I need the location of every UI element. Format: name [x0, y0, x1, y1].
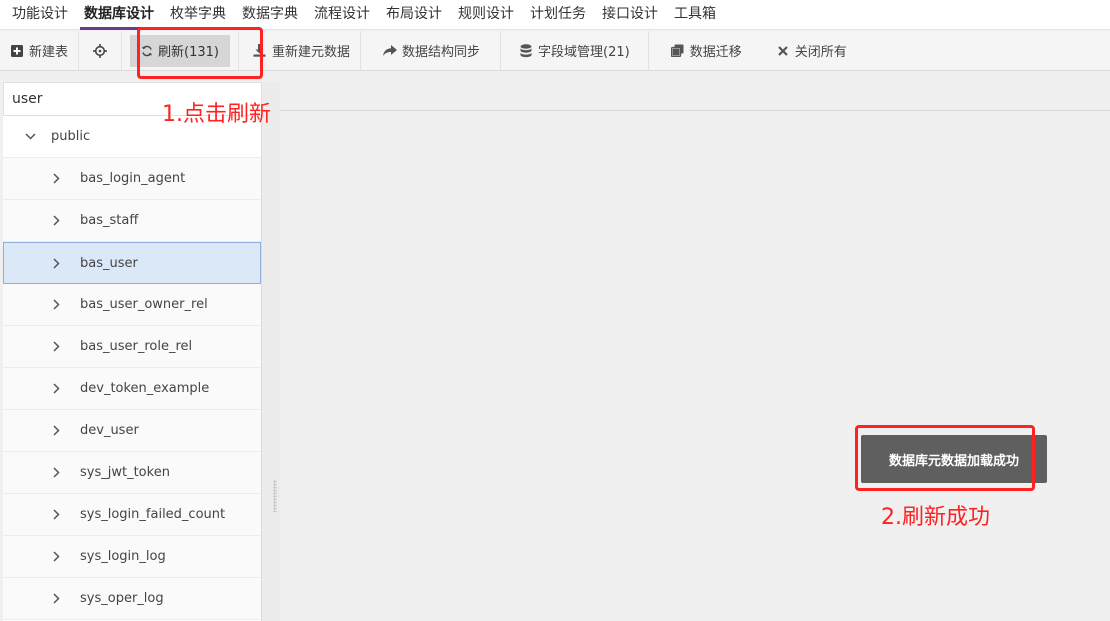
new-table-button[interactable]: 新建表: [0, 30, 80, 71]
main-content: [280, 72, 1110, 621]
table-row[interactable]: sys_oper_log: [3, 578, 261, 620]
chevron-right-icon: [53, 467, 65, 478]
locate-button[interactable]: [79, 30, 123, 71]
table-name-label: sys_login_failed_count: [80, 507, 226, 522]
table-row[interactable]: bas_staff: [3, 200, 261, 242]
drag-grip-icon: [273, 480, 277, 512]
table-name-label: sys_oper_log: [80, 591, 164, 606]
menu-item-api-design[interactable]: 接口设计: [594, 0, 666, 30]
crosshair-icon: [93, 43, 108, 58]
chevron-right-icon: [53, 299, 65, 310]
share-arrow-icon: [383, 44, 397, 58]
table-row[interactable]: bas_user_owner_rel: [3, 284, 261, 326]
schema-label: public: [51, 129, 91, 144]
table-name-label: bas_user: [80, 255, 138, 271]
menu-item-database-design[interactable]: 数据库设计: [76, 0, 162, 30]
sync-structure-button[interactable]: 数据结构同步: [361, 30, 502, 71]
table-row[interactable]: sys_jwt_token: [3, 452, 261, 494]
menu-item-flow-design[interactable]: 流程设计: [306, 0, 378, 30]
table-row[interactable]: bas_user: [3, 242, 261, 284]
menu-item-toolbox[interactable]: 工具箱: [666, 0, 724, 30]
menu-item-data-dict[interactable]: 数据字典: [234, 0, 306, 30]
menu-item-function-design[interactable]: 功能设计: [4, 0, 76, 30]
close-all-button[interactable]: 关闭所有: [752, 31, 857, 71]
table-name-label: sys_jwt_token: [80, 465, 170, 480]
rebuild-metadata-label: 重新建元数据: [271, 45, 350, 60]
chevron-right-icon: [53, 215, 65, 226]
tab-bar-divider: [280, 110, 1110, 111]
copy-icon: [671, 44, 685, 58]
table-row[interactable]: sys_login_failed_count: [3, 494, 261, 536]
close-icon: [776, 44, 790, 58]
close-all-label: 关闭所有: [794, 45, 847, 60]
table-row[interactable]: bas_user_role_rel: [3, 326, 261, 368]
download-icon: [253, 44, 267, 58]
panel-splitter[interactable]: [262, 82, 280, 621]
chevron-right-icon: [53, 257, 65, 269]
plus-square-icon: [10, 44, 24, 58]
table-row[interactable]: dev_user: [3, 410, 261, 452]
annotation-step2: 2.刷新成功: [881, 505, 990, 530]
migrate-label: 数据迁移: [689, 45, 742, 60]
annotation-step1: 1.点击刷新: [162, 102, 271, 127]
table-name-label: bas_user_role_rel: [80, 339, 193, 354]
table-row[interactable]: dev_token_example: [3, 368, 261, 410]
table-name-label: sys_login_log: [80, 549, 166, 564]
field-domain-button[interactable]: 字段域管理(21): [501, 30, 649, 71]
chevron-right-icon: [53, 509, 65, 520]
refresh-wrap: 刷新(131): [122, 30, 239, 71]
table-name-label: dev_token_example: [80, 381, 210, 396]
chevron-right-icon: [53, 551, 65, 562]
toast-message: 数据库元数据加载成功: [861, 435, 1047, 483]
menu-item-enum-dict[interactable]: 枚举字典: [162, 0, 234, 30]
chevron-right-icon: [53, 593, 65, 604]
menu-item-layout-design[interactable]: 布局设计: [378, 0, 450, 30]
table-row[interactable]: sys_login_log: [3, 536, 261, 578]
database-icon: [519, 43, 533, 58]
chevron-right-icon: [53, 425, 65, 436]
field-domain-label: 字段域管理(21): [538, 45, 630, 60]
refresh-button[interactable]: 刷新(131): [130, 34, 230, 67]
table-name-label: bas_user_owner_rel: [80, 297, 208, 312]
refresh-label: 刷新(131): [158, 45, 219, 60]
refresh-icon: [141, 45, 153, 57]
table-name-label: bas_login_agent: [80, 171, 186, 186]
chevron-right-icon: [53, 173, 65, 184]
rebuild-metadata-button[interactable]: 重新建元数据: [239, 30, 361, 71]
new-table-label: 新建表: [29, 45, 69, 60]
chevron-right-icon: [53, 341, 65, 352]
chevron-right-icon: [53, 383, 65, 394]
table-name-label: dev_user: [80, 423, 139, 438]
sync-structure-label: 数据结构同步: [402, 45, 481, 60]
table-tree-panel: public bas_login_agent bas_staff bas_userb…: [3, 82, 262, 621]
chevron-down-icon: [25, 133, 37, 140]
table-row[interactable]: bas_login_agent: [3, 158, 261, 200]
table-name-label: bas_staff: [80, 213, 139, 228]
menu-item-rule-design[interactable]: 规则设计: [450, 0, 522, 30]
menu-item-scheduled-tasks[interactable]: 计划任务: [522, 0, 594, 30]
top-menu: 功能设计 数据库设计 枚举字典 数据字典 流程设计 布局设计 规则设计 计划任务…: [0, 0, 1110, 30]
migrate-button[interactable]: 数据迁移: [649, 31, 752, 71]
toolbar: 新建表 刷新(131) 重新建元数据 数据结构同步 字段域管理(21) 数据迁移…: [0, 30, 1110, 71]
